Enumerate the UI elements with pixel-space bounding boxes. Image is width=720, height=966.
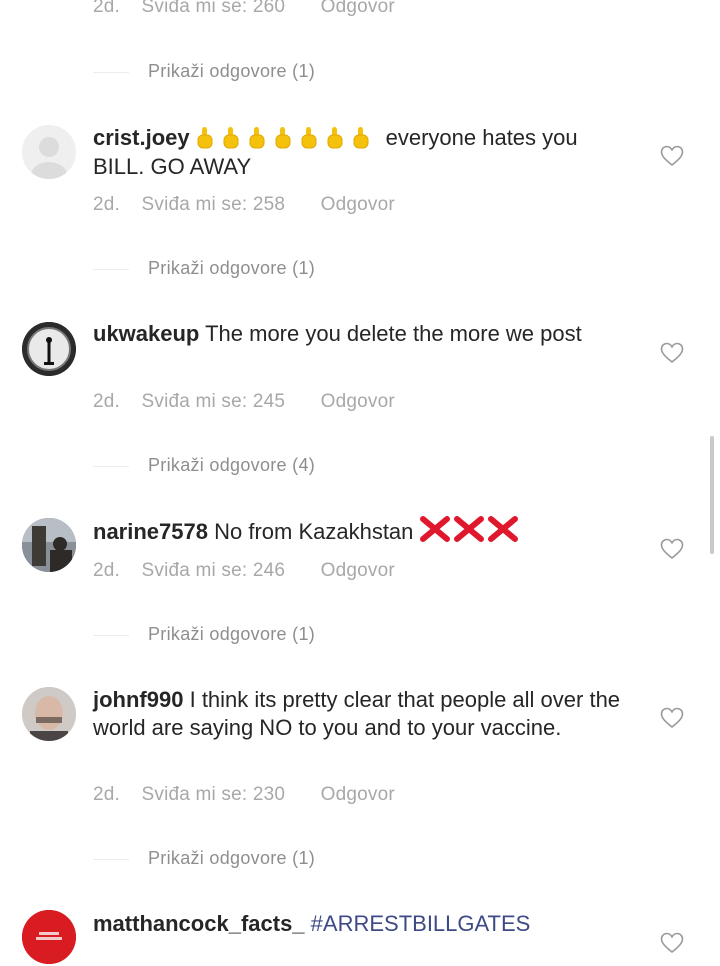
comment-likes[interactable]: Sviđa mi se: 246 bbox=[142, 560, 286, 582]
comment-username[interactable]: johnf990 bbox=[93, 687, 183, 712]
replies-divider bbox=[93, 466, 129, 467]
comment-username[interactable]: narine7578 bbox=[93, 519, 208, 544]
heart-outline-icon[interactable] bbox=[660, 932, 684, 954]
view-replies-label: Prikaži odgovore (1) bbox=[148, 61, 316, 81]
comment-username[interactable]: ukwakeup bbox=[93, 321, 199, 346]
comment-body: matthancock_facts_ #ARRESTBILLGATES bbox=[93, 910, 633, 938]
heart-outline-icon[interactable] bbox=[660, 707, 684, 729]
comment-age: 2d. bbox=[93, 391, 121, 412]
hashtag-link[interactable]: #ARRESTBILLGATES bbox=[311, 911, 531, 936]
replies-divider bbox=[93, 269, 129, 270]
heart-outline-icon[interactable] bbox=[660, 342, 684, 364]
pointing-up-hand-icon bbox=[275, 127, 291, 149]
comment-meta: 2d. Sviđa mi se: 246 Odgovor bbox=[93, 560, 395, 582]
comment-likes[interactable]: Sviđa mi se: 230 bbox=[142, 784, 286, 806]
comment-meta-top: 2d. Sviđa mi se: 260 Odgovor bbox=[93, 0, 395, 18]
replies-divider bbox=[93, 72, 129, 73]
replies-divider bbox=[93, 859, 129, 860]
user-photo-icon bbox=[22, 322, 76, 376]
pointing-up-hand-icon bbox=[197, 127, 213, 149]
comment-body: johnf990 I think its pretty clear that p… bbox=[93, 686, 633, 742]
comment-text: No from Kazakhstan bbox=[214, 519, 414, 544]
reply-button[interactable]: Odgovor bbox=[321, 784, 395, 806]
comment-likes[interactable]: Sviđa mi se: 245 bbox=[142, 391, 286, 413]
user-photo-icon bbox=[22, 518, 76, 572]
comment-body: crist.joey everyone hates you BILL. GO AW… bbox=[93, 124, 633, 181]
avatar-matthancock-facts[interactable] bbox=[22, 910, 76, 964]
pointing-up-hand-icon bbox=[353, 127, 369, 149]
comment-body: ukwakeup The more you delete the more we… bbox=[93, 320, 633, 348]
comment-age: 2d. bbox=[93, 784, 121, 805]
avatar-ukwakeup[interactable] bbox=[22, 322, 76, 376]
comment-text: The more you delete the more we post bbox=[205, 321, 582, 346]
pointing-up-hand-icon bbox=[301, 127, 317, 149]
view-replies-label: Prikaži odgovore (1) bbox=[148, 258, 316, 278]
reply-button[interactable]: Odgovor bbox=[321, 194, 395, 216]
comment-age: 2d. bbox=[93, 194, 121, 215]
comment-meta: 2d. Sviđa mi se: 258 Odgovor bbox=[93, 194, 395, 216]
comment-username[interactable]: matthancock_facts_ bbox=[93, 911, 305, 936]
cross-mark-icon bbox=[454, 516, 485, 542]
brand-logo-icon bbox=[22, 910, 76, 964]
comment-likes[interactable]: Sviđa mi se: 260 bbox=[142, 0, 286, 18]
avatar-crist-joey[interactable] bbox=[22, 125, 76, 179]
view-replies-label: Prikaži odgovore (1) bbox=[148, 624, 316, 644]
comment-meta: 2d. Sviđa mi se: 230 Odgovor bbox=[93, 784, 395, 806]
reply-button[interactable]: Odgovor bbox=[321, 391, 395, 413]
cross-mark-icon bbox=[420, 516, 451, 542]
view-replies-label: Prikaži odgovore (4) bbox=[148, 455, 316, 475]
scrollbar-thumb[interactable] bbox=[710, 436, 714, 554]
heart-outline-icon[interactable] bbox=[660, 538, 684, 560]
view-replies-label: Prikaži odgovore (1) bbox=[148, 848, 316, 868]
comment-age: 2d. bbox=[93, 560, 121, 581]
pointing-up-hand-icon bbox=[327, 127, 343, 149]
default-avatar-icon bbox=[22, 125, 76, 179]
pointing-up-hand-icon-group bbox=[196, 125, 378, 153]
reply-button[interactable]: Odgovor bbox=[321, 0, 395, 18]
pointing-up-hand-icon bbox=[223, 127, 239, 149]
comment-body: narine7578 No from Kazakhstan bbox=[93, 516, 633, 549]
reply-button[interactable]: Odgovor bbox=[321, 560, 395, 582]
cross-mark-icon-group bbox=[419, 516, 521, 549]
comment-meta: 2d. Sviđa mi se: 245 Odgovor bbox=[93, 391, 395, 413]
comment-age: 2d. bbox=[93, 0, 121, 17]
comment-username[interactable]: crist.joey bbox=[93, 125, 190, 150]
replies-divider bbox=[93, 635, 129, 636]
avatar-narine7578[interactable] bbox=[22, 518, 76, 572]
heart-outline-icon[interactable] bbox=[660, 145, 684, 167]
avatar-johnf990[interactable] bbox=[22, 687, 76, 741]
cross-mark-icon bbox=[488, 516, 519, 542]
comment-likes[interactable]: Sviđa mi se: 258 bbox=[142, 194, 286, 216]
pointing-up-hand-icon bbox=[249, 127, 265, 149]
user-photo-icon bbox=[22, 687, 76, 741]
